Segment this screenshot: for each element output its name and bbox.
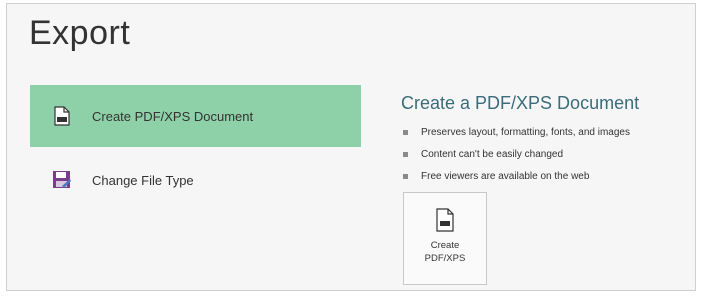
list-item-text: Content can't be easily changed — [421, 148, 564, 160]
pdf-document-icon — [52, 106, 72, 126]
page-title: Export — [29, 14, 131, 52]
menu-item-label: Change File Type — [92, 172, 194, 188]
button-label-line-2: PDF/XPS — [424, 253, 466, 264]
list-item: Free viewers are available on the web — [401, 165, 630, 187]
feature-list: Preserves layout, formatting, fonts, and… — [401, 121, 630, 187]
menu-item-change-file-type[interactable]: Change File Type — [30, 149, 361, 211]
list-item-text: Free viewers are available on the web — [421, 170, 590, 182]
menu-item-create-pdf-xps[interactable]: Create PDF/XPS Document — [30, 85, 361, 147]
list-item-text: Preserves layout, formatting, fonts, and… — [421, 126, 630, 138]
button-label-line-1: Create — [430, 240, 460, 251]
pdf-document-icon — [432, 207, 458, 233]
list-item: Content can't be easily changed — [401, 143, 630, 165]
bullet-square-icon — [403, 151, 408, 157]
menu-item-label: Create PDF/XPS Document — [92, 108, 254, 124]
list-item: Preserves layout, formatting, fonts, and… — [401, 121, 630, 143]
export-panel: Export Create PDF/XPS Document Change Fi… — [6, 3, 696, 291]
section-heading: Create a PDF/XPS Document — [401, 93, 640, 113]
bullet-square-icon — [403, 129, 408, 135]
button-label: Create PDF/XPS — [425, 239, 466, 265]
create-pdf-xps-button[interactable]: Create PDF/XPS — [403, 192, 487, 285]
bullet-square-icon — [403, 173, 408, 179]
save-file-icon — [52, 170, 72, 190]
